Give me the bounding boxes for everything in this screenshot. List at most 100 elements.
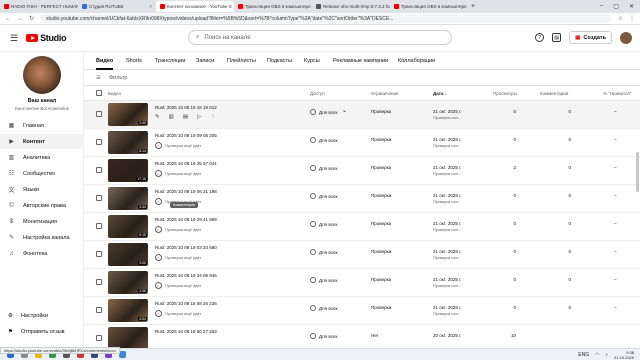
video-thumbnail[interactable]: 2:40 xyxy=(108,103,148,126)
select-all-checkbox[interactable] xyxy=(96,90,102,96)
reload-icon[interactable]: ↻ xyxy=(29,15,34,22)
row-checkbox[interactable] xyxy=(96,335,102,341)
row-checkbox[interactable] xyxy=(96,307,102,313)
video-thumbnail[interactable]: 4:54 xyxy=(108,299,148,322)
table-row[interactable]: 3:00 Rust: 2025 10 08 19 03 20 680 ✓ Провер… xyxy=(84,241,640,269)
analytics-icon[interactable]: ▥ xyxy=(169,114,174,120)
tab-0[interactable]: Видео xyxy=(96,58,113,64)
video-title[interactable]: Rust: 2025 10 08 18 50 27 253 xyxy=(155,329,217,334)
comments-icon[interactable]: ▤ xyxy=(183,114,188,120)
table-row[interactable]: 8:14 Rust: 2025 10 08 19 09 05 205 ✓ Провер… xyxy=(84,129,640,157)
video-thumbnail[interactable]: 17:16 xyxy=(108,159,148,182)
video-title[interactable]: Rust: 2025 10 08 19 06 21 198 xyxy=(155,189,217,194)
account-avatar[interactable] xyxy=(620,31,632,44)
browser-tab[interactable]: Студия RUTUBE × xyxy=(78,1,156,12)
row-checkbox[interactable] xyxy=(96,223,102,229)
search-input[interactable]: Поиск на канале xyxy=(204,35,250,41)
close-tab-icon[interactable]: × xyxy=(149,4,152,9)
clock[interactable]: 9:38 21.10.2025 xyxy=(614,350,634,360)
new-tab-icon[interactable]: + xyxy=(471,3,475,10)
close-window-icon[interactable]: ✕ xyxy=(629,3,634,10)
table-row[interactable]: 2:06 Rust: 2025 10 08 19 34 06 946 ✓ Провер… xyxy=(84,269,640,297)
studio-logo[interactable]: Studio xyxy=(26,33,67,43)
visibility-cell[interactable]: Для всех xyxy=(310,305,338,311)
sidebar-item-subtitles[interactable]: 文 Языки xyxy=(0,182,84,197)
tab-6[interactable]: Курсы xyxy=(304,58,320,64)
messages-icon[interactable]: ▤ xyxy=(552,33,562,42)
sidebar-item-customization[interactable]: ✎ Настройка канала xyxy=(0,230,84,245)
tab-8[interactable]: Коллаборации xyxy=(398,58,435,64)
row-checkbox[interactable] xyxy=(96,195,102,201)
tab-5[interactable]: Подкасты xyxy=(267,58,292,64)
tab-7[interactable]: Рекламные кампании xyxy=(333,58,388,64)
language-indicator[interactable]: ENG xyxy=(578,352,589,358)
visibility-cell[interactable]: Для всех xyxy=(310,333,338,339)
header-likes[interactable]: % "Нравится" xyxy=(603,91,631,96)
wifi-icon[interactable]: ◠ xyxy=(595,352,599,358)
header-comments[interactable]: Комментарии xyxy=(540,91,568,96)
video-thumbnail[interactable]: 3:00 xyxy=(108,243,148,266)
tab-3[interactable]: Записи xyxy=(196,58,214,64)
video-thumbnail[interactable]: 6:15 xyxy=(108,215,148,238)
video-title[interactable]: Rust: 2025 10 08 19 29 41 869 xyxy=(155,217,217,222)
table-row[interactable]: 2:40 Rust: 2025 10 08 19 18 19 012 ✎ ▥ ▤ ▷ ⋮ ⌄ Д… xyxy=(84,101,640,129)
forward-icon[interactable]: → xyxy=(17,16,23,22)
video-thumbnail[interactable]: 2:06 xyxy=(108,271,148,294)
tab-4[interactable]: Плейлисты xyxy=(227,58,256,64)
tab-2[interactable]: Трансляции xyxy=(155,58,185,64)
visibility-cell[interactable]: Для всех xyxy=(310,193,338,199)
row-checkbox[interactable] xyxy=(96,167,102,173)
more-icon[interactable]: ⋮ xyxy=(210,114,216,120)
header-restrictions[interactable]: Ограничения xyxy=(371,91,398,96)
video-title[interactable]: Rust: 2025 10 08 19 09 05 205 xyxy=(155,133,217,138)
header-date[interactable]: Дата ↓ xyxy=(433,91,447,96)
video-title[interactable]: Rust: 2025 10 08 19 35 57 041 xyxy=(155,161,217,166)
video-thumbnail[interactable]: 8:14 xyxy=(108,131,148,154)
sidebar-settings[interactable]: ⚙ Настройки xyxy=(0,313,48,319)
sidebar-item-monetization[interactable]: $ Монетизация xyxy=(0,214,84,229)
table-row[interactable]: 17:16 Rust: 2025 10 08 19 35 57 041 ✓ Прове… xyxy=(84,157,640,185)
visibility-cell[interactable]: Для всех xyxy=(310,221,338,227)
sidebar-item-content[interactable]: ▶ Контент xyxy=(0,134,84,149)
sidebar-item-analytics[interactable]: ▥ Аналитика xyxy=(0,150,84,165)
visibility-dropdown-icon[interactable]: ⌄ xyxy=(342,107,347,114)
visibility-cell[interactable]: Для всех xyxy=(310,137,338,143)
browser-tab[interactable]: Трансляция OBS в компьютере нет× xyxy=(390,1,468,12)
browser-menu-icon[interactable]: ⋮ xyxy=(629,15,635,22)
visibility-cell[interactable]: Для всех xyxy=(310,109,338,115)
channel-search[interactable]: ⌕ Поиск на канале xyxy=(188,30,452,45)
row-checkbox[interactable] xyxy=(96,139,102,145)
help-icon[interactable]: ? xyxy=(535,33,545,42)
row-checkbox[interactable] xyxy=(96,251,102,257)
browser-tab[interactable]: Контент на канале - YouTube S× xyxy=(156,1,234,12)
scrollbar[interactable] xyxy=(636,152,639,192)
sidebar-item-copyright[interactable]: © Авторские права xyxy=(0,198,84,213)
table-row[interactable]: 4:54 Rust: 2025 10 08 18 58 26 236 ✓ Провер… xyxy=(84,297,640,325)
visibility-cell[interactable]: Для всех xyxy=(310,165,338,171)
edit-icon[interactable]: ✎ xyxy=(155,114,160,120)
tab-1[interactable]: Shorts xyxy=(126,58,142,64)
table-row[interactable]: 6:15 Rust: 2025 10 08 19 29 41 869 ✓ Провер… xyxy=(84,213,640,241)
video-thumbnail[interactable]: 3:44 xyxy=(108,187,148,210)
visibility-cell[interactable]: Для всех xyxy=(310,249,338,255)
header-views[interactable]: Просмотры xyxy=(493,91,517,96)
back-icon[interactable]: ← xyxy=(5,16,11,22)
sidebar-item-audio-library[interactable]: ♫ Фонотека xyxy=(0,246,84,261)
create-button[interactable]: ▣ Создать xyxy=(569,31,612,44)
visibility-cell[interactable]: Для всех xyxy=(310,277,338,283)
row-checkbox[interactable] xyxy=(96,111,102,117)
star-icon[interactable]: ☆ xyxy=(618,15,623,22)
browser-tab[interactable]: RADIO FISH - PERFECT HUMAN (rou× xyxy=(0,1,78,12)
video-title[interactable]: Rust: 2025 10 08 19 34 06 946 xyxy=(155,273,217,278)
menu-icon[interactable]: ☰ xyxy=(10,33,18,44)
sidebar-item-dashboard[interactable]: ▦ Главная xyxy=(0,118,84,133)
video-title[interactable]: Rust: 2025 10 08 18 58 26 236 xyxy=(155,301,217,306)
browser-tab[interactable]: Трансляция OBS в компьютере нет× xyxy=(234,1,312,12)
filter-bar[interactable]: ☰ Фильтр xyxy=(84,70,640,86)
sidebar-item-community[interactable]: ☷ Сообщество xyxy=(0,166,84,181)
minimize-icon[interactable]: – xyxy=(600,3,603,10)
youtube-icon[interactable]: ▷ xyxy=(197,114,201,120)
table-row[interactable]: 3:44 Rust: 2025 10 08 19 06 21 198 ✓ Провер… xyxy=(84,185,640,213)
video-title[interactable]: Rust: 2025 10 08 19 03 20 680 xyxy=(155,245,217,250)
volume-icon[interactable]: ♪ xyxy=(605,352,608,358)
